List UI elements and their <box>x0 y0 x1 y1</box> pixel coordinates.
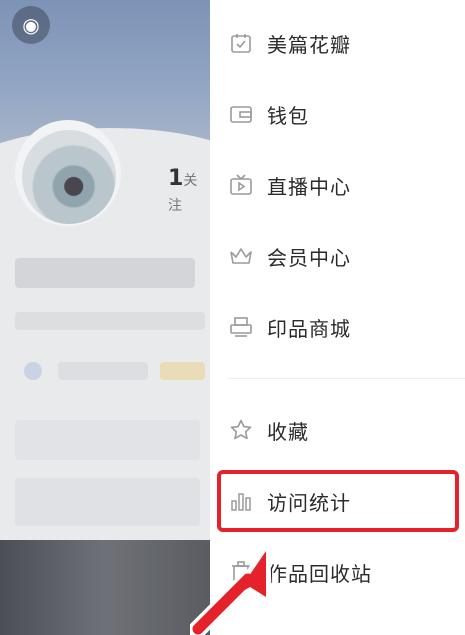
menu-divider <box>228 378 465 379</box>
footprint-icon[interactable]: ◉ <box>12 6 50 44</box>
side-drawer: 美篇花瓣 钱包 直播中心 会员中心 印品商城 收藏 访问统计 作品回收站 <box>210 0 465 635</box>
blurred-content <box>15 478 200 526</box>
menu-item-label: 美篇花瓣 <box>267 32 351 57</box>
blurred-article-image <box>0 540 210 635</box>
menu-item-favorites[interactable]: 收藏 <box>210 402 465 458</box>
printer-icon <box>230 317 252 337</box>
star-icon <box>230 419 252 440</box>
blurred-stats <box>58 362 148 380</box>
live-tv-icon <box>230 174 252 195</box>
menu-item-vip-center[interactable]: 会员中心 <box>210 228 465 284</box>
menu-item-meipian-petals[interactable]: 美篇花瓣 <box>210 15 465 71</box>
menu-item-live-center[interactable]: 直播中心 <box>210 157 465 213</box>
pointer-arrow-icon <box>190 545 272 635</box>
blurred-tag <box>160 362 205 380</box>
highlight-box <box>217 470 459 532</box>
blurred-username <box>15 258 195 288</box>
menu-item-label: 收藏 <box>267 419 309 444</box>
menu-item-label: 会员中心 <box>267 245 351 270</box>
menu-item-wallet[interactable]: 钱包 <box>210 86 465 142</box>
menu-item-print-store[interactable]: 印品商城 <box>210 299 465 355</box>
menu-item-label: 直播中心 <box>267 174 351 199</box>
wallet-icon <box>230 106 252 123</box>
blurred-bio <box>15 312 205 330</box>
follow-count[interactable]: 1关注 <box>168 166 210 216</box>
blurred-badge <box>24 362 42 380</box>
calendar-check-icon <box>231 34 251 53</box>
avatar[interactable] <box>22 130 116 224</box>
blurred-tabs <box>15 420 200 460</box>
menu-item-label: 钱包 <box>267 103 309 128</box>
menu-item-label: 印品商城 <box>267 316 351 341</box>
profile-background: 1关注 <box>0 0 210 635</box>
crown-icon <box>230 248 252 264</box>
follow-count-value: 1 <box>168 166 184 191</box>
